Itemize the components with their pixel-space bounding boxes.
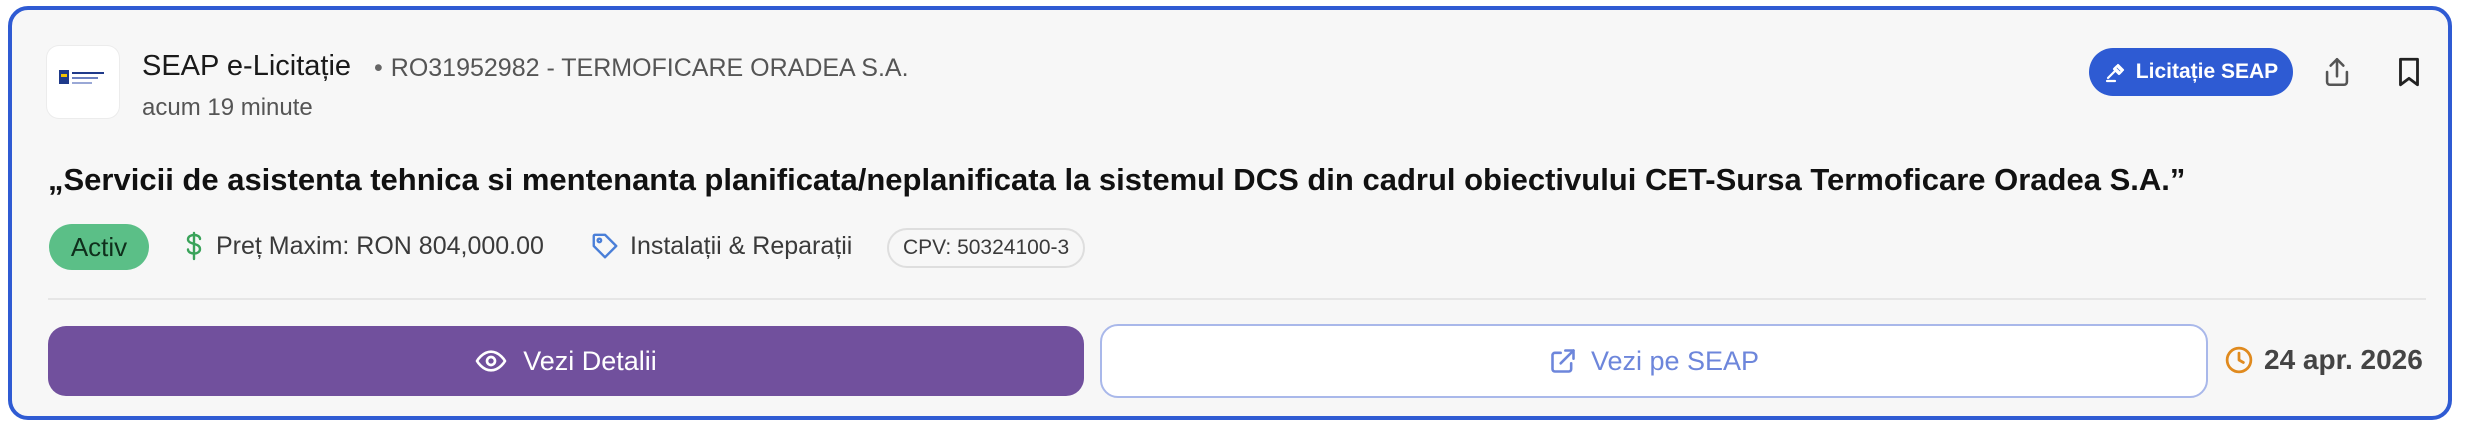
view-details-button[interactable]: Vezi Detalii	[48, 326, 1084, 396]
max-price: Preț Maxim: RON 804,000.00	[182, 231, 544, 261]
gavel-icon	[2104, 60, 2128, 84]
share-icon	[2320, 55, 2354, 89]
separator-dot: •	[374, 54, 383, 82]
view-on-seap-button[interactable]: Vezi pe SEAP	[1100, 324, 2208, 398]
external-link-icon	[1549, 347, 1577, 375]
authority-info: • RO31952982 - TERMOFICARE ORADEA S.A.	[374, 54, 909, 83]
bookmark-icon	[2392, 55, 2426, 89]
type-badge: Licitație SEAP	[2089, 48, 2293, 96]
card-divider	[48, 298, 2426, 300]
tender-card: SEAP e-Licitație • RO31952982 - TERMOFICA…	[8, 6, 2452, 420]
tag-icon	[590, 231, 620, 261]
cpv-code: CPV: 50324100-3	[887, 228, 1086, 268]
category-label: Instalații & Reparații	[630, 231, 853, 260]
clock-icon	[2224, 345, 2254, 375]
authority-logo	[47, 46, 119, 118]
bookmark-button[interactable]	[2389, 52, 2429, 92]
dollar-icon	[182, 231, 206, 261]
view-on-seap-label: Vezi pe SEAP	[1590, 345, 1760, 376]
deadline: 24 apr. 2026	[2224, 344, 2423, 376]
status-badge: Activ	[49, 224, 149, 270]
share-button[interactable]	[2317, 52, 2357, 92]
tender-title[interactable]: „Servicii de asistenta tehnica si menten…	[48, 162, 2185, 198]
view-details-label: Vezi Detalii	[523, 345, 657, 376]
category-tag: Instalații & Reparații	[590, 231, 852, 261]
eye-icon	[475, 345, 507, 377]
type-badge-label: Licitație SEAP	[2135, 60, 2279, 83]
authority-name: RO31952982 - TERMOFICARE ORADEA S.A.	[390, 54, 909, 82]
published-time: acum 19 minute	[142, 94, 313, 121]
deadline-date: 24 apr. 2026	[2264, 344, 2423, 375]
source-name: SEAP e-Licitație	[142, 50, 352, 82]
max-price-label: Preț Maxim: RON 804,000.00	[216, 231, 544, 260]
